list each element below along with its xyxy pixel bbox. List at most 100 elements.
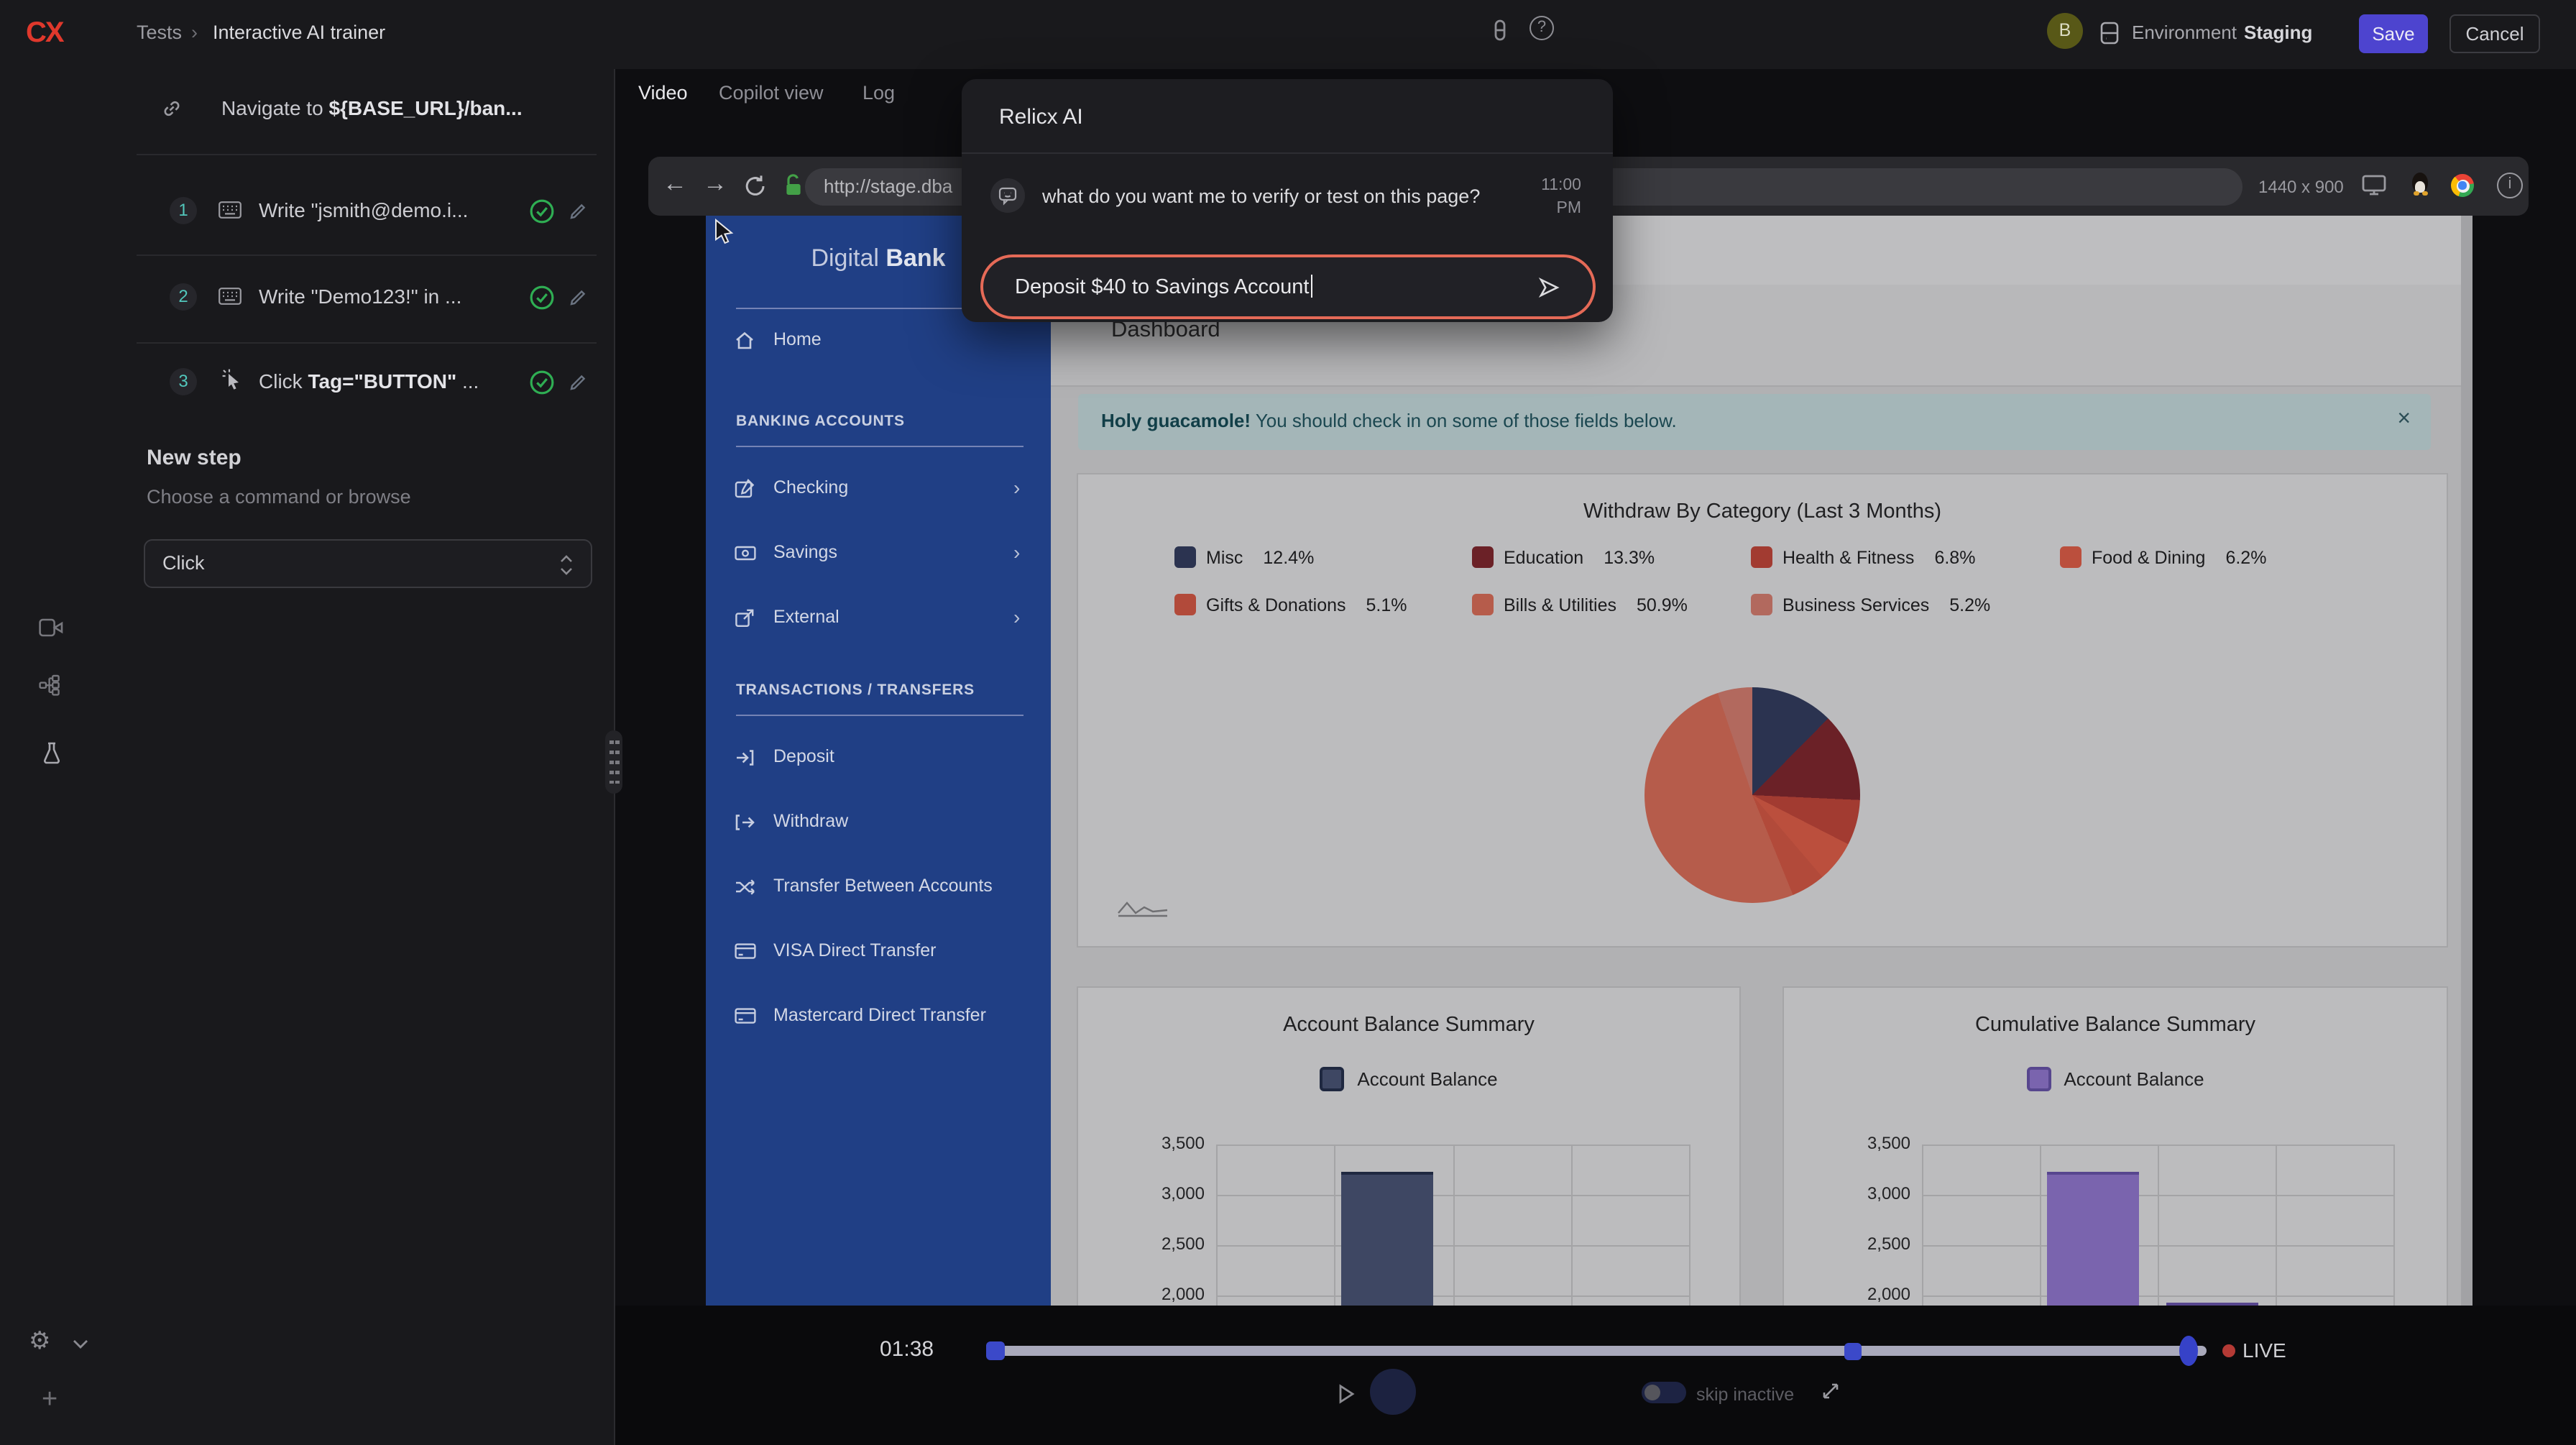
withdraw-category-card: Withdraw By Category (Last 3 Months) Mis… — [1077, 473, 2448, 948]
breadcrumb-separator: › — [191, 22, 198, 43]
capsule-icon[interactable] — [1489, 19, 1511, 43]
card-icon — [735, 1006, 756, 1025]
checking-icon — [735, 479, 755, 499]
bar-account-balance[interactable] — [2047, 1172, 2139, 1306]
legend-swatch — [1751, 594, 1772, 615]
edit-pencil-icon[interactable] — [568, 372, 588, 393]
command-select-value: Click — [162, 552, 205, 574]
skip-inactive-toggle[interactable] — [1642, 1382, 1686, 1403]
legend-item[interactable]: Food & Dining6.2% — [2060, 546, 2266, 568]
top-bar: CX Tests › Interactive AI trainer ? B En… — [0, 0, 2576, 69]
tab-log[interactable]: Log — [862, 69, 895, 118]
chevron-down-icon[interactable] — [72, 1339, 89, 1350]
deposit-icon — [735, 748, 755, 768]
alert-banner: Holy guacamole! You should check in on s… — [1078, 394, 2431, 450]
legend-item[interactable]: Education13.3% — [1472, 546, 1655, 568]
send-icon[interactable] — [1537, 276, 1561, 299]
navigate-step-label: Navigate to ${BASE_URL}/ban... — [221, 96, 523, 119]
linux-icon[interactable] — [2411, 173, 2429, 196]
y-tick: 2,000 — [1118, 1284, 1205, 1304]
transfer-icon — [735, 877, 756, 897]
breadcrumb-root[interactable]: Tests — [137, 22, 182, 43]
relicx-app: CX Tests › Interactive AI trainer ? B En… — [0, 0, 2576, 1445]
command-select[interactable]: Click — [144, 539, 592, 588]
select-chevrons-icon — [559, 554, 574, 577]
play-icon[interactable] — [1337, 1383, 1356, 1405]
legend-item[interactable]: Bills & Utilities50.9% — [1472, 594, 1688, 615]
step-row[interactable]: 1 Write "jsmith@demo.i... — [0, 191, 614, 231]
cursor-click-icon — [221, 368, 243, 391]
step-row[interactable]: 2 Write "Demo123!" in ... — [0, 277, 614, 318]
plus-icon[interactable]: + — [42, 1385, 58, 1416]
forward-arrow-icon[interactable]: → — [703, 170, 727, 198]
cx-logo[interactable]: CX — [26, 17, 63, 50]
close-icon[interactable]: × — [2397, 407, 2411, 433]
environment-label: Environment — [2132, 22, 2237, 43]
legend-item[interactable]: Gifts & Donations5.1% — [1174, 594, 1407, 615]
environment-value[interactable]: Staging — [2244, 22, 2312, 43]
reload-icon[interactable] — [743, 174, 768, 198]
withdraw-pie[interactable] — [1644, 687, 1860, 903]
video-camera-icon[interactable] — [39, 618, 63, 637]
chrome-icon[interactable] — [2451, 174, 2474, 197]
bank-sidebar: Digital Bank Home BANKING ACCOUNTS Check… — [706, 216, 1051, 1306]
save-button[interactable]: Save — [2359, 14, 2428, 53]
cumulative-balance-legend[interactable]: Account Balance — [1784, 1067, 2447, 1091]
sidebar-item-external[interactable]: External› — [706, 600, 1051, 637]
user-avatar[interactable]: B — [2047, 13, 2083, 49]
sidebar-item-checking[interactable]: Checking› — [706, 470, 1051, 508]
step-label: Write "Demo123!" in ... — [259, 285, 461, 308]
sidebar-item-deposit[interactable]: Deposit — [706, 739, 1051, 776]
sidebar-item-visa-direct-transfer[interactable]: VISA Direct Transfer — [706, 933, 1051, 971]
cancel-button[interactable]: Cancel — [2450, 14, 2540, 53]
sidebar-item-savings[interactable]: Savings› — [706, 535, 1051, 572]
timeline-marker[interactable] — [1844, 1343, 1862, 1360]
step-row[interactable]: 3 Click Tag="BUTTON" ... — [0, 362, 614, 403]
sparkline-icon[interactable] — [1116, 896, 1170, 919]
breadcrumb-current: Interactive AI trainer — [213, 22, 385, 43]
ai-input[interactable]: Deposit $40 to Savings Account — [980, 254, 1596, 319]
account-balance-title: Account Balance Summary — [1078, 1014, 1739, 1037]
edit-pencil-icon[interactable] — [568, 201, 588, 221]
page-scrollbar[interactable] — [2461, 216, 2472, 1306]
sidebar-item-transfer-between-accounts[interactable]: Transfer Between Accounts — [706, 868, 1051, 906]
expand-icon[interactable] — [1820, 1380, 1841, 1402]
help-icon[interactable]: ? — [1530, 16, 1554, 40]
ai-input-value: Deposit $40 to Savings Account — [1015, 275, 1313, 299]
flow-tree-icon[interactable] — [39, 674, 60, 697]
sidebar-item-withdraw[interactable]: Withdraw — [706, 804, 1051, 841]
divider — [736, 715, 1024, 716]
savings-icon — [735, 543, 756, 562]
back-arrow-icon[interactable]: ← — [663, 170, 687, 198]
sidebar-item-mastercard-direct-transfer[interactable]: Mastercard Direct Transfer — [706, 998, 1051, 1035]
lock-icon[interactable] — [783, 173, 804, 198]
gear-icon[interactable]: ⚙ — [29, 1327, 51, 1356]
ai-message: what do you want me to verify or test on… — [1042, 185, 1502, 207]
tab-copilot-view[interactable]: Copilot view — [719, 69, 824, 118]
flask-icon[interactable] — [42, 742, 62, 765]
bar-account-balance[interactable] — [1341, 1172, 1433, 1306]
divider — [962, 152, 1613, 154]
account-balance-card: Account Balance Summary Account Balance … — [1077, 986, 1741, 1306]
message-timestamp: 11:00 PM — [1541, 177, 1581, 217]
edit-pencil-icon[interactable] — [568, 288, 588, 308]
divider — [736, 446, 1024, 447]
check-circle-icon — [529, 285, 555, 311]
sidebar-section-title: BANKING ACCOUNTS — [736, 413, 905, 430]
timeline-marker[interactable] — [986, 1341, 1005, 1360]
sidebar-item-home[interactable]: Home — [706, 322, 1051, 359]
timeline-knob[interactable] — [2179, 1336, 2198, 1366]
account-balance-legend[interactable]: Account Balance — [1078, 1067, 1739, 1091]
legend-item[interactable]: Business Services5.2% — [1751, 594, 1990, 615]
legend-item[interactable]: Misc12.4% — [1174, 546, 1314, 568]
legend-item[interactable]: Health & Fitness6.8% — [1751, 546, 1975, 568]
timeline-track[interactable] — [992, 1346, 2207, 1356]
sidebar-section-title: TRANSACTIONS / TRANSFERS — [736, 682, 975, 699]
new-step-subtitle: Choose a command or browse — [147, 486, 411, 508]
legend-swatch — [1472, 546, 1494, 568]
monitor-icon[interactable] — [2362, 174, 2386, 197]
tab-video[interactable]: Video — [638, 69, 688, 118]
info-icon[interactable]: i — [2497, 173, 2523, 198]
card-icon — [735, 942, 756, 960]
drag-handle-icon[interactable] — [605, 730, 622, 794]
